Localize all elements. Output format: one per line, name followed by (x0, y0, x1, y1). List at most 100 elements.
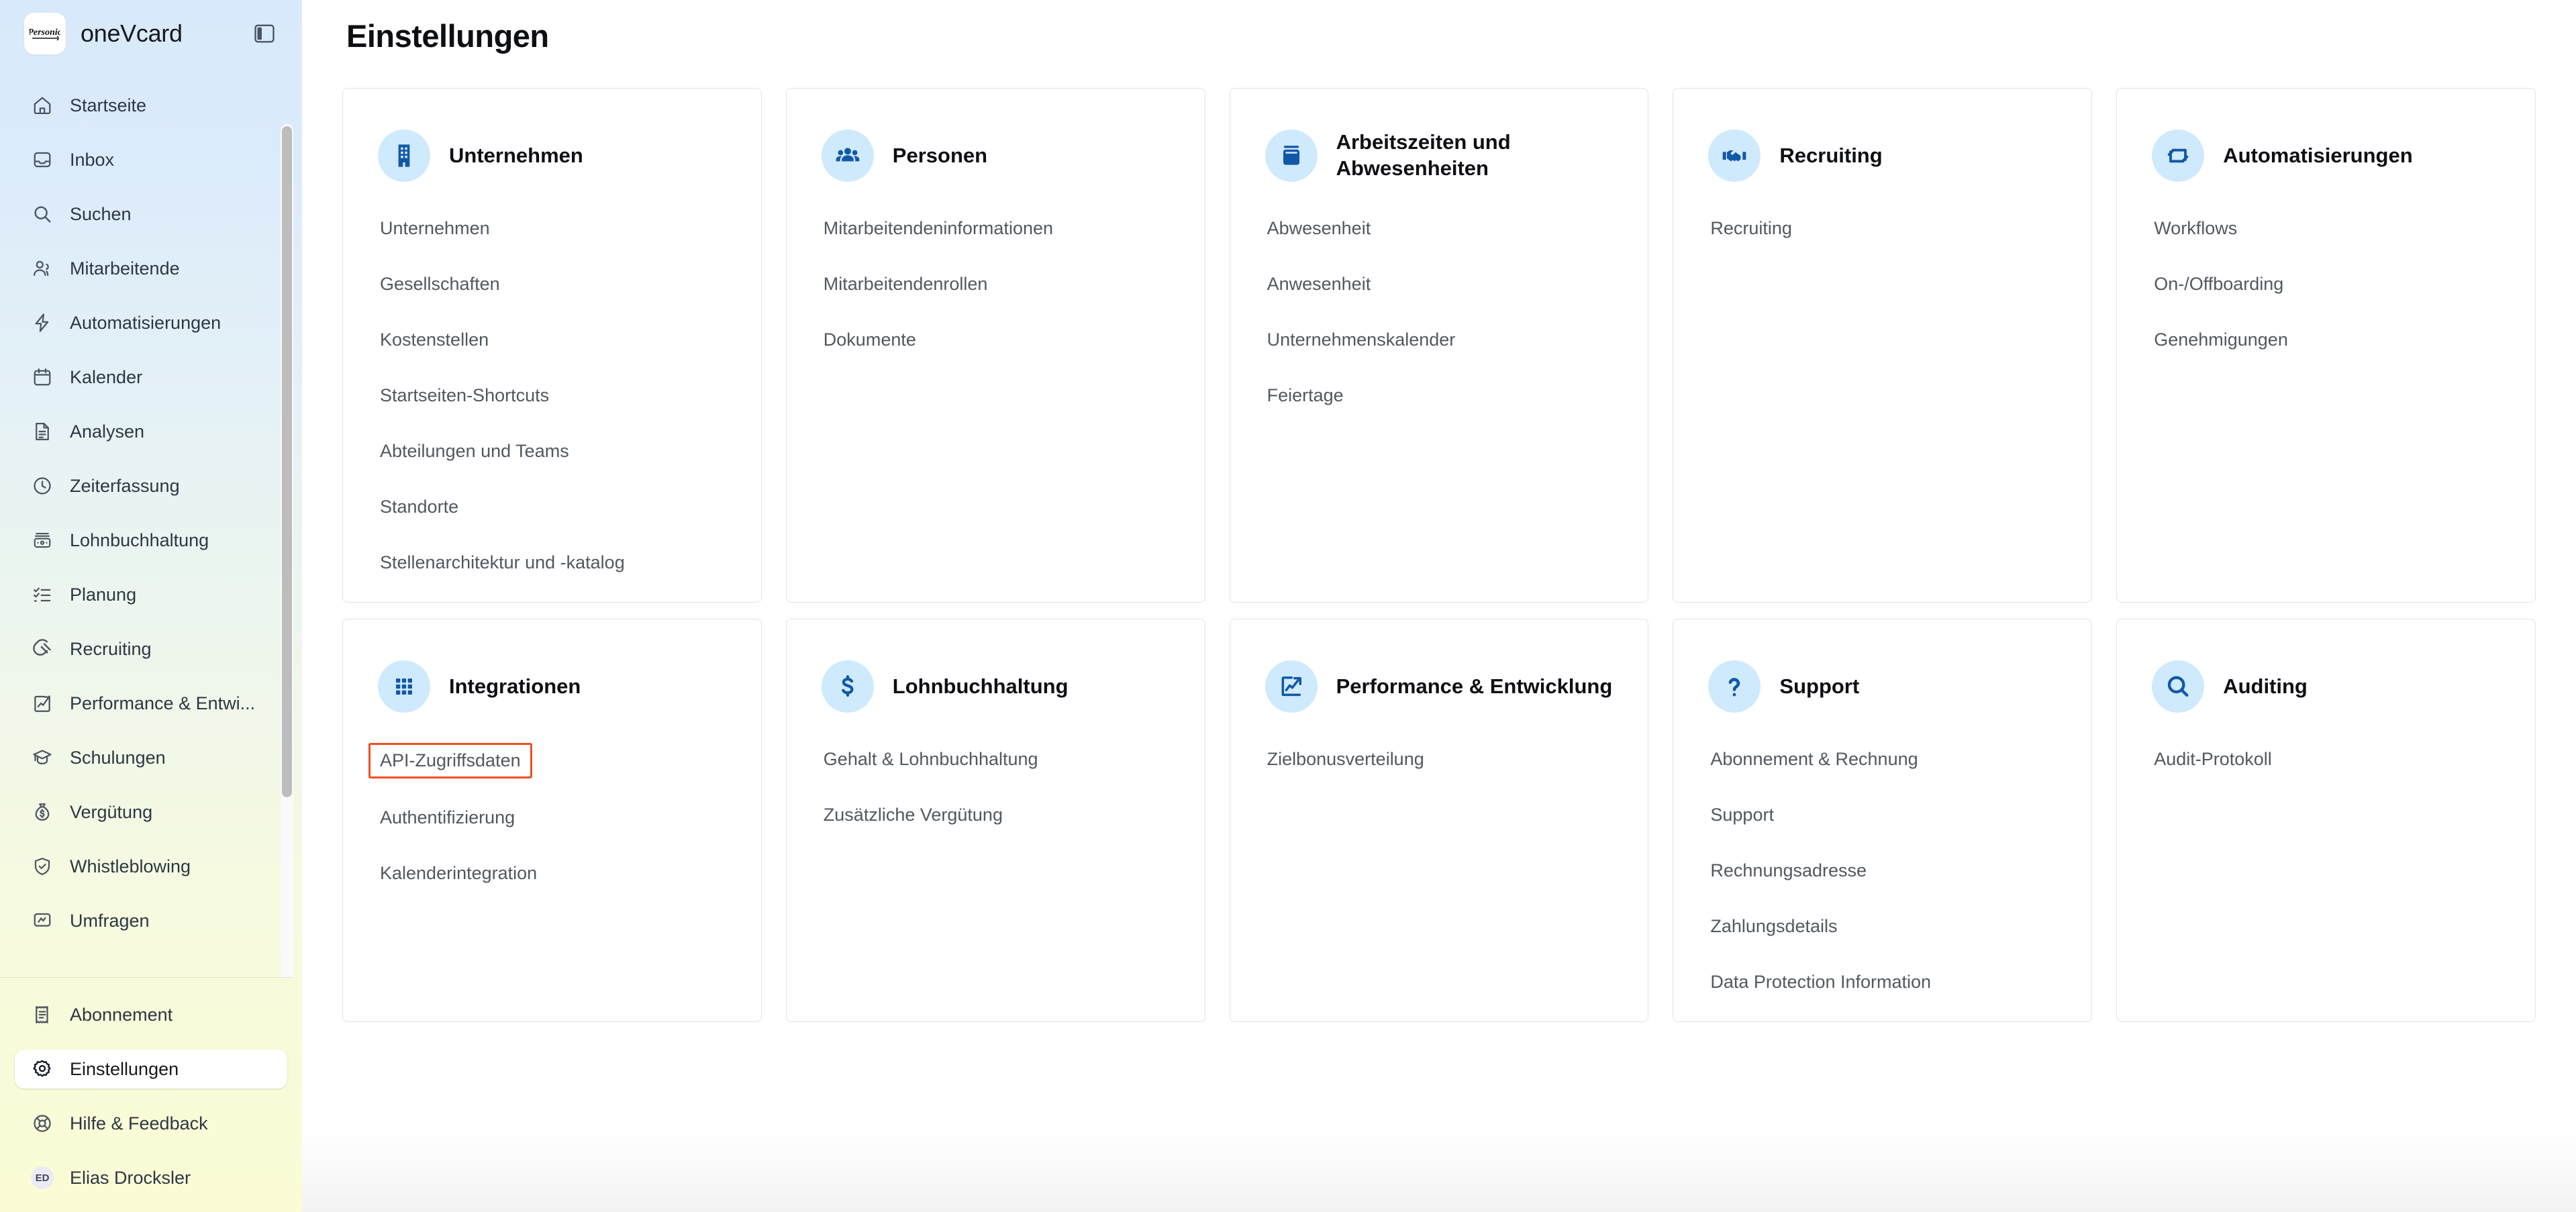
sidebar-item-label: Hilfe & Feedback (70, 1113, 208, 1133)
sidebar-item-lohnbuchhaltung[interactable]: Lohnbuchhaltung (15, 521, 287, 560)
people-group-icon (821, 130, 874, 182)
repeat-icon (2152, 130, 2205, 182)
settings-card-automatisierungen[interactable]: Automatisierungen Workflows On-/Offboard… (2116, 88, 2536, 603)
sidebar-item-label: Kalender (70, 366, 143, 387)
sidebar-item-umfragen[interactable]: Umfragen (15, 901, 287, 940)
card-link[interactable]: Kalenderintegration (378, 857, 539, 890)
card-link[interactable]: Support (1708, 799, 1776, 831)
card-link[interactable]: Standorte (378, 491, 460, 523)
card-header: Lohnbuchhaltung (787, 654, 1205, 719)
card-link[interactable]: Gesellschaften (378, 268, 502, 301)
settings-card-integrationen[interactable]: Integrationen API-Zugriffsdaten Authenti… (342, 619, 762, 1022)
card-link[interactable]: Unternehmen (378, 212, 492, 245)
page-title: Einstellungen (346, 18, 549, 54)
sidebar-item-inbox[interactable]: Inbox (15, 140, 287, 179)
document-chart-icon (31, 420, 54, 443)
magnet-icon (31, 638, 54, 660)
sidebar-scrollbar-thumb[interactable] (282, 126, 292, 797)
sidebar-item-hilfe-feedback[interactable]: Hilfe & Feedback (15, 1104, 287, 1143)
sidebar-item-abonnement[interactable]: Abonnement (15, 995, 287, 1034)
sidebar-item-automatisierungen[interactable]: Automatisierungen (15, 303, 287, 342)
sidebar-item-planung[interactable]: Planung (15, 575, 287, 614)
card-link[interactable]: Dokumente (822, 323, 918, 356)
card-title: Support (1779, 674, 1860, 698)
sidebar-item-verguetung[interactable]: Vergütung (15, 793, 287, 831)
card-links: API-Zugriffsdaten Authentifizierung Kale… (343, 719, 761, 913)
sidebar-item-label: Recruiting (70, 638, 152, 659)
grid-dots-icon (378, 660, 430, 713)
card-link[interactable]: Recruiting (1708, 212, 1794, 245)
card-link[interactable]: Zielbonusverteilung (1265, 743, 1426, 776)
sidebar: Personio oneVcard (0, 0, 302, 1212)
graduation-cap-icon (31, 746, 54, 769)
settings-card-support[interactable]: Support Abonnement & Rechnung Support Re… (1673, 619, 2093, 1022)
sidebar-item-label: Vergütung (70, 801, 153, 822)
card-link[interactable]: Stellenarchitektur und -katalog (378, 546, 627, 579)
card-header: Personen (787, 123, 1205, 188)
main-content: Einstellungen Unternehmen Unternehmen Ge… (302, 0, 2576, 1212)
sidebar-item-whistleblowing[interactable]: Whistleblowing (15, 847, 287, 886)
card-link[interactable]: Data Protection Information (1708, 966, 1933, 999)
settings-card-recruiting[interactable]: Recruiting Recruiting (1673, 88, 2093, 603)
sidebar-item-performance-entwicklung[interactable]: Performance & Entwi... (15, 684, 287, 723)
sidebar-header: Personio oneVcard (0, 0, 302, 67)
shield-check-icon (31, 855, 54, 878)
sidebar-item-suchen[interactable]: Suchen (15, 195, 287, 234)
card-link[interactable]: Workflows (2152, 212, 2239, 245)
settings-card-unternehmen[interactable]: Unternehmen Unternehmen Gesellschaften K… (342, 88, 762, 603)
card-link[interactable]: Authentifizierung (378, 801, 517, 834)
gear-icon (31, 1058, 54, 1080)
card-link[interactable]: Abonnement & Rechnung (1708, 743, 1920, 776)
card-link[interactable]: Mitarbeitendeninformationen (822, 212, 1055, 245)
card-link[interactable]: Abteilungen und Teams (378, 435, 571, 468)
sidebar-item-label: Startseite (70, 95, 147, 115)
settings-card-performance-entwicklung[interactable]: Performance & Entwicklung Zielbonusverte… (1229, 619, 1649, 1022)
sidebar-item-label: Automatisierungen (70, 312, 221, 333)
sidebar-item-label: Whistleblowing (70, 856, 191, 876)
card-links: Unternehmen Gesellschaften Kostenstellen… (343, 188, 761, 602)
clock-icon (31, 474, 54, 497)
sidebar-item-label: Umfragen (70, 910, 150, 931)
card-link[interactable]: Anwesenheit (1265, 268, 1373, 301)
card-link-api-zugriffsdaten[interactable]: API-Zugriffsdaten (368, 743, 532, 778)
card-title: Personen (892, 143, 988, 167)
card-link[interactable]: Zusätzliche Vergütung (822, 799, 1005, 831)
sidebar-item-schulungen[interactable]: Schulungen (15, 738, 287, 777)
receipt-icon (31, 1003, 54, 1026)
sidebar-item-analysen[interactable]: Analysen (15, 412, 287, 451)
card-link[interactable]: Abwesenheit (1265, 212, 1373, 245)
card-link[interactable]: Genehmigungen (2152, 323, 2290, 356)
sidebar-item-mitarbeitende[interactable]: Mitarbeitende (15, 249, 287, 288)
card-link[interactable]: Unternehmenskalender (1265, 323, 1458, 356)
card-link[interactable]: Startseiten-Shortcuts (378, 379, 551, 412)
sidebar-item-user-profile[interactable]: ED Elias Drocksler (15, 1158, 287, 1197)
card-link[interactable]: Audit-Protokoll (2152, 743, 2274, 776)
card-link[interactable]: Zahlungsdetails (1708, 910, 1839, 943)
card-links: Workflows On-/Offboarding Genehmigungen (2117, 188, 2535, 379)
sidebar-item-zeiterfassung[interactable]: Zeiterfassung (15, 466, 287, 505)
card-link[interactable]: On-/Offboarding (2152, 268, 2285, 301)
sidebar-item-kalender[interactable]: Kalender (15, 358, 287, 397)
card-link[interactable]: Rechnungsadresse (1708, 854, 1869, 887)
settings-card-personen[interactable]: Personen Mitarbeitendeninformationen Mit… (785, 88, 1205, 603)
lifebuoy-icon (31, 1112, 54, 1135)
card-links: Audit-Protokoll (2117, 719, 2535, 799)
card-link[interactable]: Kostenstellen (378, 323, 491, 356)
settings-card-auditing[interactable]: Auditing Audit-Protokoll (2116, 619, 2536, 1022)
card-link[interactable]: Feiertage (1265, 379, 1346, 412)
card-header: Support (1673, 654, 2091, 719)
sidebar-toggle-icon[interactable] (250, 19, 279, 48)
card-link[interactable]: Gehalt & Lohnbuchhaltung (822, 743, 1040, 776)
card-title: Performance & Entwicklung (1336, 674, 1613, 698)
settings-card-lohnbuchhaltung[interactable]: Lohnbuchhaltung Gehalt & Lohnbuchhaltung… (785, 619, 1205, 1022)
sidebar-item-label: Schulungen (70, 747, 166, 768)
home-icon (31, 94, 54, 117)
sidebar-item-startseite[interactable]: Startseite (15, 86, 287, 125)
card-title: Arbeitszeiten und Abwesenheiten (1336, 130, 1511, 180)
sidebar-item-recruiting[interactable]: Recruiting (15, 629, 287, 668)
dollar-icon (821, 660, 874, 713)
settings-card-arbeitszeiten[interactable]: Arbeitszeiten und Abwesenheiten Abwesenh… (1229, 88, 1649, 603)
card-link[interactable]: Mitarbeitendenrollen (822, 268, 990, 301)
sidebar-item-einstellungen[interactable]: Einstellungen (15, 1050, 287, 1089)
card-title: Recruiting (1779, 143, 1883, 167)
